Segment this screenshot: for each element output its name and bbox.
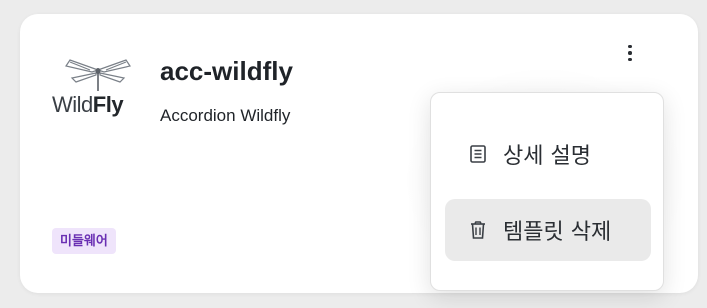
kebab-dot: [628, 51, 632, 55]
kebab-dot: [628, 57, 632, 62]
wildfly-logo-text: WildFly: [52, 92, 124, 118]
document-icon: [467, 143, 489, 165]
options-menu: 상세 설명 템플릿 삭제: [430, 92, 664, 291]
logo-text-bold: Fly: [92, 92, 124, 117]
menu-item-label: 템플릿 삭제: [503, 220, 612, 245]
menu-item-delete[interactable]: 템플릿 삭제: [445, 199, 651, 261]
menu-item-label: 상세 설명: [503, 144, 591, 169]
logo-text-light: Wild: [52, 92, 93, 117]
kebab-dot: [628, 44, 632, 49]
card-subtitle: Accordion Wildfly: [160, 106, 291, 125]
menu-item-details[interactable]: 상세 설명: [445, 123, 651, 185]
trash-icon: [467, 219, 489, 241]
wildfly-logo: WildFly: [52, 56, 142, 126]
dragonfly-logo-icon: [65, 59, 131, 91]
card-title: acc-wildfly: [160, 56, 293, 86]
category-tag: 미들웨어: [52, 228, 116, 254]
